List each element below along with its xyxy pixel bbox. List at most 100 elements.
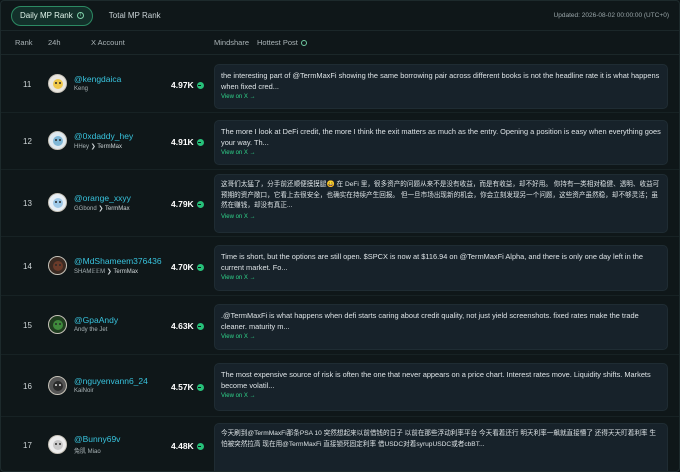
score-value: 4.97K	[171, 80, 194, 90]
table-row[interactable]: 14 @MdShameem376436 SHAM𝔼𝔼M ❯ TermMax 4.…	[1, 237, 679, 296]
affiliation: TermMax	[104, 206, 130, 212]
avatar-face	[53, 79, 63, 89]
rank-number: 12	[23, 137, 32, 146]
hottest-post-card[interactable]: The more I look at DeFi credit, the more…	[214, 120, 668, 165]
termmax-badge: ❯ TermMax	[98, 206, 130, 212]
post-text: The most expensive source of risk is oft…	[221, 370, 651, 390]
trend-up-icon	[196, 82, 204, 89]
avatar[interactable]	[48, 435, 67, 454]
rank-number: 13	[23, 199, 32, 208]
account-handle[interactable]: @kengdaica	[74, 74, 121, 84]
display-name: KaiNoir	[74, 388, 94, 394]
display-name: SHAM𝔼𝔼M	[74, 269, 106, 275]
rank-number: 15	[23, 321, 32, 330]
updated-timestamp: Updated: 2026-08-02 00:00:00 (UTC+0)	[553, 12, 669, 19]
info-icon[interactable]	[300, 40, 307, 46]
hottest-post-card[interactable]: 这哥们太猛了，分手前还顺便摸摸腿😄 在 DeFi 里，很多资产的问题从来不是没有…	[214, 174, 668, 233]
post-text: 这哥们太猛了，分手前还顺便摸摸腿😄 在 DeFi 里，很多资产的问题从来不是没有…	[221, 181, 660, 209]
termmax-badge: ❯ TermMax	[106, 269, 139, 275]
avatar[interactable]	[48, 376, 67, 395]
trend-up-icon	[196, 139, 204, 146]
hottest-post-card[interactable]: the interesting part of @TermMaxFi showi…	[214, 64, 668, 109]
account-name: KaiNoir	[74, 388, 94, 394]
leaderboard-panel: Daily MP Rank i Total MP Rank Updated: 2…	[0, 0, 680, 472]
score-value: 4.70K	[171, 262, 194, 272]
table-row[interactable]: 15 @GpaAndy Andy the Jet 4.63K .@TermMax…	[1, 296, 679, 355]
mindshare-score: 4.48K	[171, 441, 204, 451]
hottest-post-card[interactable]: 今天刷到@TermMaxFi那条PSA 10 突然想起来以前借钱的日子 以前在那…	[214, 423, 668, 471]
avatar[interactable]	[48, 256, 67, 275]
trend-up-icon	[196, 264, 204, 271]
view-on-x-link[interactable]: View on X →	[221, 214, 661, 220]
account-handle[interactable]: @Bunny69v	[74, 434, 120, 444]
account-handle[interactable]: @0xdaddy_hey	[74, 131, 133, 141]
rank-number: 14	[23, 262, 32, 271]
table-row[interactable]: 17 @Bunny69v 兔肌 Miao 4.48K 今天刷到@TermMaxF…	[1, 417, 679, 471]
account-name: 兔肌 Miao	[74, 446, 101, 455]
avatar-face	[53, 440, 63, 450]
mindshare-score: 4.57K	[171, 382, 204, 392]
trend-up-icon	[196, 384, 204, 391]
score-value: 4.63K	[171, 321, 194, 331]
avatar-face	[53, 261, 63, 271]
affiliation: TermMax	[113, 269, 139, 275]
avatar[interactable]	[48, 74, 67, 93]
account-handle[interactable]: @nguyenvann6_24	[74, 376, 148, 386]
view-on-x-link[interactable]: View on X →	[221, 334, 661, 340]
score-value: 4.79K	[171, 199, 194, 209]
rank-number: 17	[23, 441, 32, 450]
post-text: Time is short, but the options are still…	[221, 252, 644, 272]
table-row[interactable]: 12 @0xdaddy_hey HHey ❯ TermMax 4.91K The…	[1, 113, 679, 170]
table-row[interactable]: 11 @kengdaica Keng 4.97K the interesting…	[1, 55, 679, 113]
account-handle[interactable]: @GpaAndy	[74, 315, 118, 325]
trend-up-icon	[196, 201, 204, 208]
post-text: .@TermMaxFi is what happens when defi st…	[221, 311, 639, 331]
view-on-x-link[interactable]: View on X →	[221, 94, 661, 100]
avatar-face	[53, 136, 63, 146]
trend-up-icon	[196, 443, 204, 450]
display-name: Andy the Jet	[74, 327, 108, 333]
info-icon[interactable]: i	[76, 12, 84, 19]
account-name: Andy the Jet	[74, 327, 107, 333]
view-on-x-link[interactable]: View on X →	[221, 150, 661, 156]
post-text: The more I look at DeFi credit, the more…	[221, 127, 661, 147]
avatar[interactable]	[48, 315, 67, 334]
avatar-face	[53, 320, 63, 330]
avatar[interactable]	[48, 193, 67, 212]
display-name: HHey	[74, 144, 90, 150]
column-hottest-post-label: Hottest Post	[257, 38, 298, 47]
mindshare-score: 4.63K	[171, 321, 204, 331]
account-name: GGbond ❯ TermMax	[74, 205, 130, 212]
leaderboard-header: Daily MP Rank i Total MP Rank Updated: 2…	[1, 1, 679, 31]
rank-number: 11	[23, 80, 32, 89]
account-name: HHey ❯ TermMax	[74, 143, 122, 150]
display-name: GGbond	[74, 206, 97, 212]
account-name: SHAM𝔼𝔼M ❯ TermMax	[74, 268, 138, 275]
tab-daily-mp-rank[interactable]: Daily MP Rank i	[11, 5, 93, 26]
mindshare-score: 4.97K	[171, 80, 204, 90]
column-hottest-post: Hottest Post	[257, 38, 307, 47]
view-on-x-link[interactable]: View on X →	[221, 393, 661, 399]
account-handle[interactable]: @MdShameem376436	[74, 256, 162, 266]
score-value: 4.91K	[171, 137, 194, 147]
account-handle[interactable]: @orange_xxyy	[74, 193, 131, 203]
view-on-x-link[interactable]: View on X →	[221, 275, 661, 281]
avatar-face	[53, 198, 63, 208]
column-24h: 24h	[48, 38, 61, 47]
affiliation: TermMax	[97, 144, 122, 150]
tab-daily-label: Daily MP Rank	[20, 11, 73, 20]
hottest-post-card[interactable]: Time is short, but the options are still…	[214, 245, 668, 291]
tab-total-mp-rank[interactable]: Total MP Rank	[101, 6, 169, 26]
table-row[interactable]: 13 @orange_xxyy GGbond ❯ TermMax 4.79K 这…	[1, 170, 679, 237]
avatar[interactable]	[48, 131, 67, 150]
mindshare-score: 4.91K	[171, 137, 204, 147]
tab-total-label: Total MP Rank	[108, 11, 161, 20]
table-header: Rank 24h X Account Mindshare Hottest Pos…	[1, 31, 679, 55]
score-value: 4.48K	[171, 441, 194, 451]
column-mindshare: Mindshare	[214, 38, 250, 47]
hottest-post-card[interactable]: .@TermMaxFi is what happens when defi st…	[214, 304, 668, 350]
hottest-post-card[interactable]: The most expensive source of risk is oft…	[214, 363, 668, 411]
account-name: Keng	[74, 86, 88, 92]
termmax-badge: ❯ TermMax	[90, 144, 122, 150]
table-row[interactable]: 16 @nguyenvann6_24 KaiNoir 4.57K The mos…	[1, 355, 679, 417]
